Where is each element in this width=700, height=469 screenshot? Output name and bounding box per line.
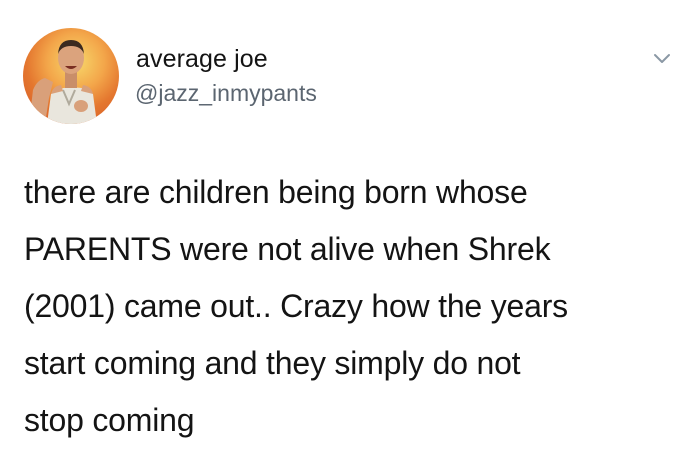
tweet-text-line: start coming and they simply do not: [24, 345, 521, 381]
user-handle[interactable]: @jazz_inmypants: [135, 80, 317, 107]
tweet-card: average joe @jazz_inmypants there are ch…: [0, 0, 700, 469]
tweet-text-line: (2001) came out.. Crazy how the years: [24, 288, 568, 324]
tweet-text-line: there are children being born whose: [24, 174, 528, 210]
tweet-text-line: stop coming: [24, 402, 195, 438]
avatar-photo: [29, 40, 97, 124]
chevron-down-icon[interactable]: [651, 50, 673, 66]
tweet-text-line: PARENTS were not alive when Shrek: [24, 231, 551, 267]
tweet-text: there are children being born whose PARE…: [24, 164, 684, 449]
display-name[interactable]: average joe: [136, 45, 268, 74]
avatar[interactable]: [23, 28, 119, 124]
